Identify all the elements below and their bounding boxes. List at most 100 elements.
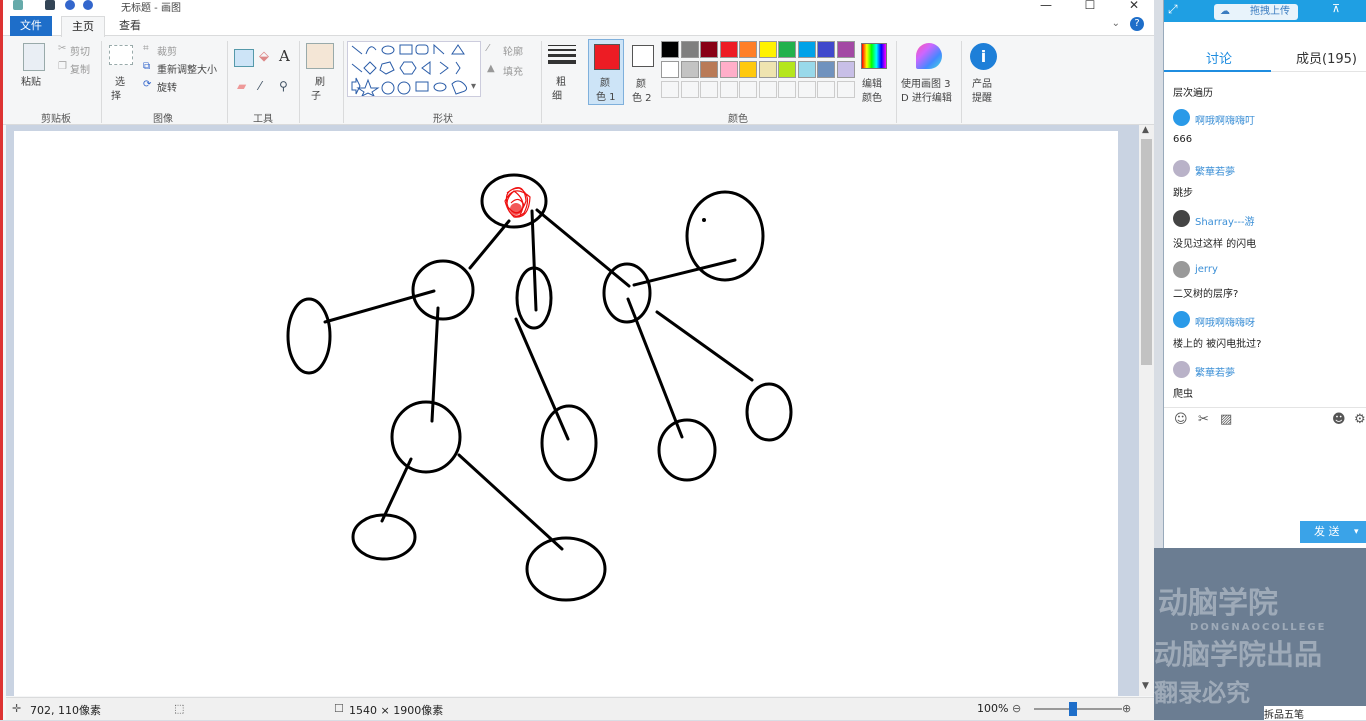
scroll-thumb[interactable] xyxy=(1141,139,1152,365)
send-options-icon[interactable]: ▾ xyxy=(1354,521,1359,543)
chat-message-author[interactable]: jerry xyxy=(1195,264,1218,275)
share-icon[interactable]: ⤢ xyxy=(1168,2,1178,17)
custom-color-slot[interactable] xyxy=(661,81,679,98)
close-button[interactable]: ✕ xyxy=(1111,0,1157,12)
brush-icon[interactable] xyxy=(306,43,334,69)
help-icon[interactable]: ? xyxy=(1130,17,1144,31)
shapes-gallery[interactable] xyxy=(347,41,481,98)
edit-colors-icon[interactable] xyxy=(861,43,887,69)
color-swatch[interactable] xyxy=(778,61,796,78)
color-swatch[interactable] xyxy=(661,41,679,58)
custom-color-slot[interactable] xyxy=(836,81,855,98)
tab-members[interactable]: 成员(195) xyxy=(1296,48,1357,67)
emoji-icon[interactable]: ☺ xyxy=(1174,412,1188,427)
size-button[interactable]: 粗 xyxy=(556,73,566,88)
save-icon[interactable] xyxy=(45,0,55,10)
drawing-canvas[interactable] xyxy=(14,131,1118,696)
scroll-down-icon[interactable]: ▼ xyxy=(1142,681,1149,691)
image-icon[interactable]: ▨ xyxy=(1220,412,1232,427)
custom-color-slot[interactable] xyxy=(778,81,796,98)
color-swatch[interactable] xyxy=(797,41,816,58)
edit-colors-button-line2[interactable]: 颜色 xyxy=(862,89,882,104)
color-swatch[interactable] xyxy=(817,61,835,78)
color-swatch[interactable] xyxy=(778,41,796,58)
ribbon-collapse-icon[interactable]: ⌄ xyxy=(1112,18,1120,29)
custom-color-slot[interactable] xyxy=(758,81,777,98)
custom-color-slot[interactable] xyxy=(739,81,757,98)
send-button[interactable]: 发 送 ▾ xyxy=(1300,521,1366,543)
tab-file[interactable]: 文件 xyxy=(10,16,52,36)
chat-message-author[interactable]: 繁華若夢 xyxy=(1195,364,1235,379)
copy-button[interactable]: 复制 xyxy=(70,61,90,76)
color-swatch[interactable] xyxy=(797,61,816,78)
pin-icon[interactable]: ⊼ xyxy=(1332,2,1340,15)
color-swatch[interactable] xyxy=(817,41,835,58)
custom-color-slot[interactable] xyxy=(797,81,816,98)
maximize-button[interactable]: ☐ xyxy=(1067,0,1113,12)
select-icon[interactable] xyxy=(109,45,133,65)
color2-button[interactable]: 颜 色 2 xyxy=(628,39,658,105)
edit-colors-button[interactable]: 编辑 xyxy=(862,75,882,90)
upload-button[interactable]: ☁ 拖拽上传 xyxy=(1214,4,1298,20)
fill-shape-button[interactable]: 填充 xyxy=(503,63,523,78)
custom-color-slot[interactable] xyxy=(719,81,738,98)
avatar[interactable] xyxy=(1173,210,1190,227)
select-button-line2[interactable]: 择 xyxy=(111,87,121,102)
outline-button[interactable]: 轮廓 xyxy=(503,43,523,58)
zoom-slider[interactable] xyxy=(1034,702,1122,716)
members-icon[interactable]: ☻ xyxy=(1332,412,1346,427)
paint3d-button[interactable]: 使用画图 3 xyxy=(901,75,951,90)
color1-button[interactable]: 颜 色 1 xyxy=(588,39,624,105)
paste-icon[interactable] xyxy=(23,43,45,71)
eraser-icon[interactable]: ▰ xyxy=(237,79,246,93)
size-button-line2[interactable]: 细 xyxy=(552,87,562,102)
crop-button[interactable]: 裁剪 xyxy=(157,43,177,58)
tab-discuss[interactable]: 讨论 xyxy=(1206,48,1232,67)
color-swatch[interactable] xyxy=(836,61,855,78)
chat-message-author[interactable]: 繁華若夢 xyxy=(1195,163,1235,178)
avatar[interactable] xyxy=(1173,160,1190,177)
shapes-more-icon[interactable]: ▾ xyxy=(471,81,476,92)
zoom-out-icon[interactable]: ⊖ xyxy=(1012,702,1021,715)
rotate-button[interactable]: 旋转 xyxy=(157,79,177,94)
vertical-scrollbar[interactable]: ▲ ▼ xyxy=(1139,125,1154,696)
color-swatch[interactable] xyxy=(836,41,855,58)
color-swatch[interactable] xyxy=(739,41,757,58)
avatar[interactable] xyxy=(1173,261,1190,278)
ime-indicator[interactable]: 拆品五笔 xyxy=(1264,706,1366,721)
cut-button[interactable]: 剪切 xyxy=(70,43,90,58)
product-alert-button[interactable]: 产品 xyxy=(972,75,992,90)
magnifier-icon[interactable]: ⚲ xyxy=(279,79,288,93)
info-icon[interactable]: i xyxy=(970,43,997,70)
tab-view[interactable]: 查看 xyxy=(109,16,151,36)
color-swatch[interactable] xyxy=(739,61,757,78)
minimize-button[interactable]: — xyxy=(1023,0,1069,12)
brush-button[interactable]: 刷 xyxy=(315,73,325,88)
zoom-in-icon[interactable]: ⊕ xyxy=(1122,702,1131,715)
chat-message-author[interactable]: Sharray---游 xyxy=(1195,213,1255,228)
brush-button-line2[interactable]: 子 xyxy=(311,87,321,102)
redo-icon[interactable] xyxy=(83,0,93,10)
paint3d-button-line2[interactable]: D 进行编辑 xyxy=(901,89,952,104)
product-alert-button-line2[interactable]: 提醒 xyxy=(972,89,992,104)
paste-button[interactable]: 粘贴 xyxy=(21,73,41,88)
color-swatch[interactable] xyxy=(719,61,738,78)
color-swatch[interactable] xyxy=(758,61,777,78)
chat-message-author[interactable]: 啊哦啊嗨嗨叮 xyxy=(1195,112,1255,127)
color-swatch[interactable] xyxy=(700,61,718,78)
zoom-slider-thumb[interactable] xyxy=(1069,702,1077,716)
custom-color-slot[interactable] xyxy=(817,81,835,98)
text-icon[interactable]: A xyxy=(279,47,290,65)
pencil-icon[interactable] xyxy=(234,49,254,67)
chat-message-author[interactable]: 啊哦啊嗨嗨呀 xyxy=(1195,314,1255,329)
avatar[interactable] xyxy=(1173,109,1190,126)
scroll-up-icon[interactable]: ▲ xyxy=(1142,125,1149,135)
undo-icon[interactable] xyxy=(65,0,75,10)
custom-color-slot[interactable] xyxy=(680,81,699,98)
select-button[interactable]: 选 xyxy=(115,73,125,88)
custom-color-slot[interactable] xyxy=(700,81,718,98)
settings-icon[interactable]: ⚙ xyxy=(1354,412,1366,427)
color-swatch[interactable] xyxy=(680,61,699,78)
color-swatch[interactable] xyxy=(719,41,738,58)
avatar[interactable] xyxy=(1173,311,1190,328)
